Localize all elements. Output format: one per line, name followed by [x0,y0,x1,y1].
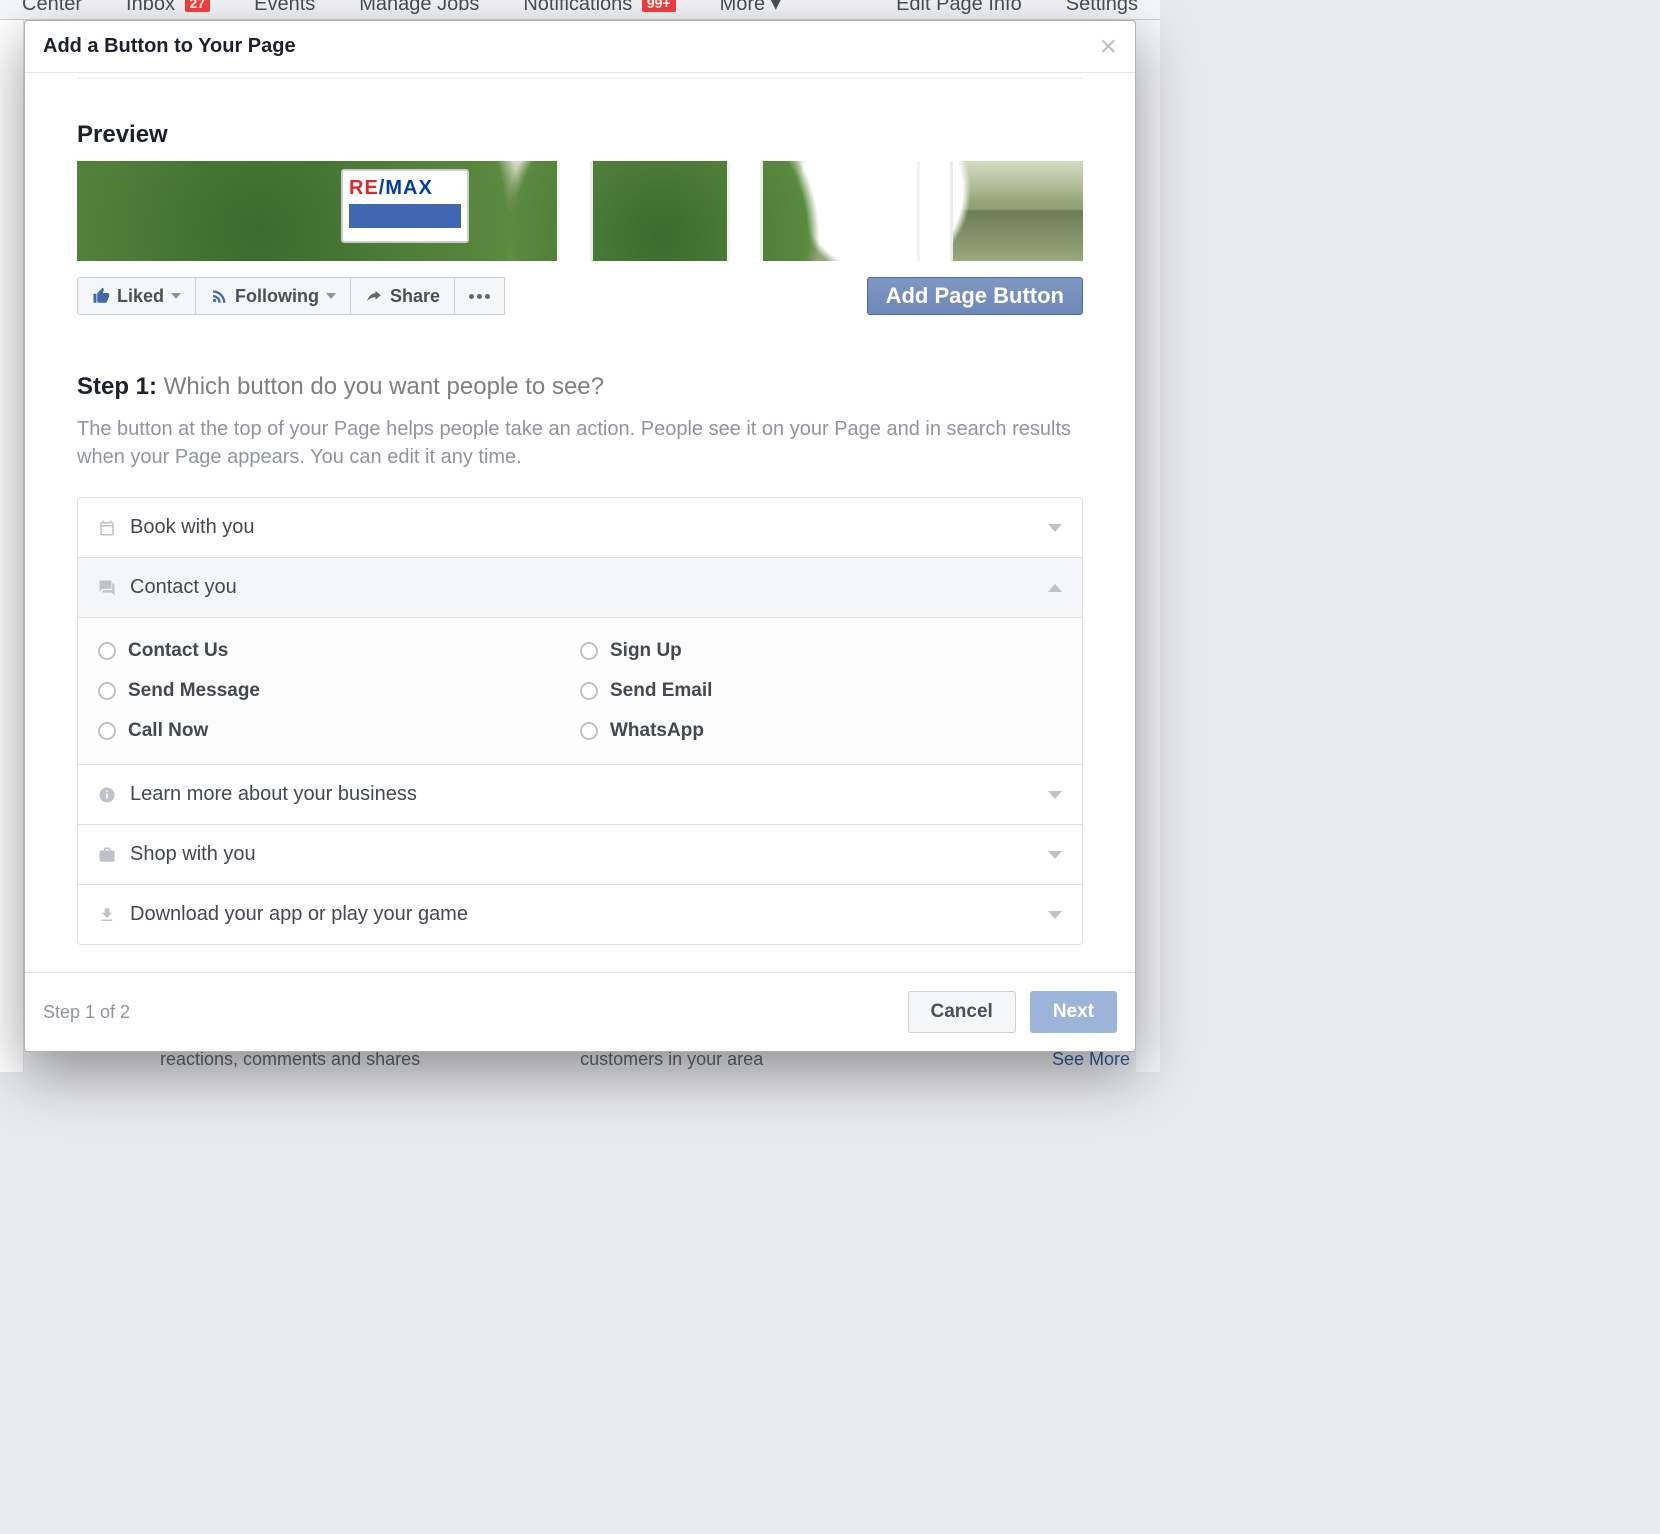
category-label: Shop with you [130,843,1034,866]
option-label: WhatsApp [610,720,704,742]
logo-re: RE [349,177,379,199]
pillar-shape [917,161,953,261]
inbox-badge: 27 [185,0,211,12]
category-label: Download your app or play your game [130,903,1034,926]
preview-actions: Liked Following Share Add Page Button [77,277,1083,315]
liked-label: Liked [117,286,164,307]
nav-inbox-label: Inbox [126,0,175,15]
close-icon[interactable]: × [1099,38,1117,56]
radio-icon [580,682,598,700]
notifications-badge: 99+ [642,0,676,12]
following-button[interactable]: Following [196,277,351,315]
radio-icon [98,722,116,740]
background-left [0,20,24,1072]
add-button-modal: Add a Button to Your Page × Preview RE/M… [24,20,1136,1052]
briefcase-icon [98,846,116,864]
option-label: Contact Us [128,640,228,662]
nav-notifications-label: Notifications [523,0,632,15]
step-title: Step 1: Which button do you want people … [77,373,1083,401]
radio-icon [98,642,116,660]
option-send-email[interactable]: Send Email [580,680,1062,702]
calendar-icon [98,519,116,537]
modal-body: Preview RE/MAX Liked Following [25,73,1135,972]
remax-sign: RE/MAX [341,169,469,243]
divider [77,77,1083,79]
download-icon [98,906,116,924]
category-download-app[interactable]: Download your app or play your game [78,884,1082,944]
chevron-down-icon [171,293,181,299]
background-right [1136,20,1160,1072]
category-label: Contact you [130,576,1034,599]
chevron-down-icon [1048,524,1062,532]
chevron-down-icon [1048,851,1062,859]
category-shop-with-you[interactable]: Shop with you [78,824,1082,884]
step-question: Which button do you want people to see? [164,373,604,400]
share-button[interactable]: Share [351,277,455,315]
share-label: Share [390,286,440,307]
background-bottom-text: reactions, comments and shares customers… [160,1049,1160,1070]
step-label: Step 1: [77,373,157,400]
following-label: Following [235,286,319,307]
info-icon [98,786,116,804]
modal-header: Add a Button to Your Page × [25,21,1135,73]
chevron-up-icon [1048,584,1062,592]
option-send-message[interactable]: Send Message [98,680,580,702]
nav-more[interactable]: More ▾ [698,0,803,22]
thumbs-up-icon [92,287,110,305]
nav-events[interactable]: Events [232,0,337,22]
sign-bar [349,204,461,228]
bg-insights-text: reactions, comments and shares [160,1049,420,1070]
nav-center[interactable]: Center [0,0,104,22]
chat-icon [98,579,116,597]
nav-edit-page-info[interactable]: Edit Page Info [874,0,1044,22]
more-button[interactable] [455,277,505,315]
share-icon [365,287,383,305]
nav-settings[interactable]: Settings [1044,0,1160,22]
option-call-now[interactable]: Call Now [98,720,580,742]
radio-icon [98,682,116,700]
button-categories: Book with you Contact you Contact Us Sig… [77,497,1083,945]
background-nav: Center Inbox 27 Events Manage Jobs Notif… [0,0,1160,20]
chevron-down-icon [326,293,336,299]
pillar-shape [557,161,593,261]
radio-icon [580,642,598,660]
step-section: Step 1: Which button do you want people … [77,373,1083,471]
nav-manage-jobs[interactable]: Manage Jobs [337,0,501,22]
rss-icon [210,287,228,305]
bg-customers-text: customers in your area [580,1049,763,1070]
category-label: Learn more about your business [130,783,1034,806]
option-sign-up[interactable]: Sign Up [580,640,1062,662]
liked-button[interactable]: Liked [77,277,196,315]
cancel-button[interactable]: Cancel [908,991,1016,1033]
nav-notifications[interactable]: Notifications 99+ [501,0,697,22]
option-label: Send Email [610,680,712,702]
next-button[interactable]: Next [1030,991,1117,1033]
option-label: Call Now [128,720,208,742]
nav-inbox[interactable]: Inbox 27 [104,0,232,22]
category-book-with-you[interactable]: Book with you [78,498,1082,557]
radio-icon [580,722,598,740]
chevron-down-icon [1048,791,1062,799]
chevron-down-icon [1048,911,1062,919]
option-whatsapp[interactable]: WhatsApp [580,720,1062,742]
ellipsis-icon [469,294,490,299]
step-description: The button at the top of your Page helps… [77,415,1083,471]
category-contact-you[interactable]: Contact you [78,557,1082,617]
category-learn-more[interactable]: Learn more about your business [78,764,1082,824]
logo-max: MAX [385,177,432,199]
cover-preview: RE/MAX [77,161,1083,261]
pillar-shape [727,161,763,261]
option-label: Sign Up [610,640,682,662]
category-label: Book with you [130,516,1034,539]
bg-see-more[interactable]: See More [1052,1049,1130,1070]
option-label: Send Message [128,680,260,702]
contact-options: Contact Us Sign Up Send Message Send Ema… [78,617,1082,764]
remax-logo: RE/MAX [349,177,461,200]
modal-title: Add a Button to Your Page [43,35,1099,58]
footer-step-indicator: Step 1 of 2 [43,1002,130,1023]
modal-footer: Step 1 of 2 Cancel Next [25,972,1135,1051]
option-contact-us[interactable]: Contact Us [98,640,580,662]
add-page-button[interactable]: Add Page Button [867,277,1083,315]
preview-heading: Preview [77,121,1083,149]
